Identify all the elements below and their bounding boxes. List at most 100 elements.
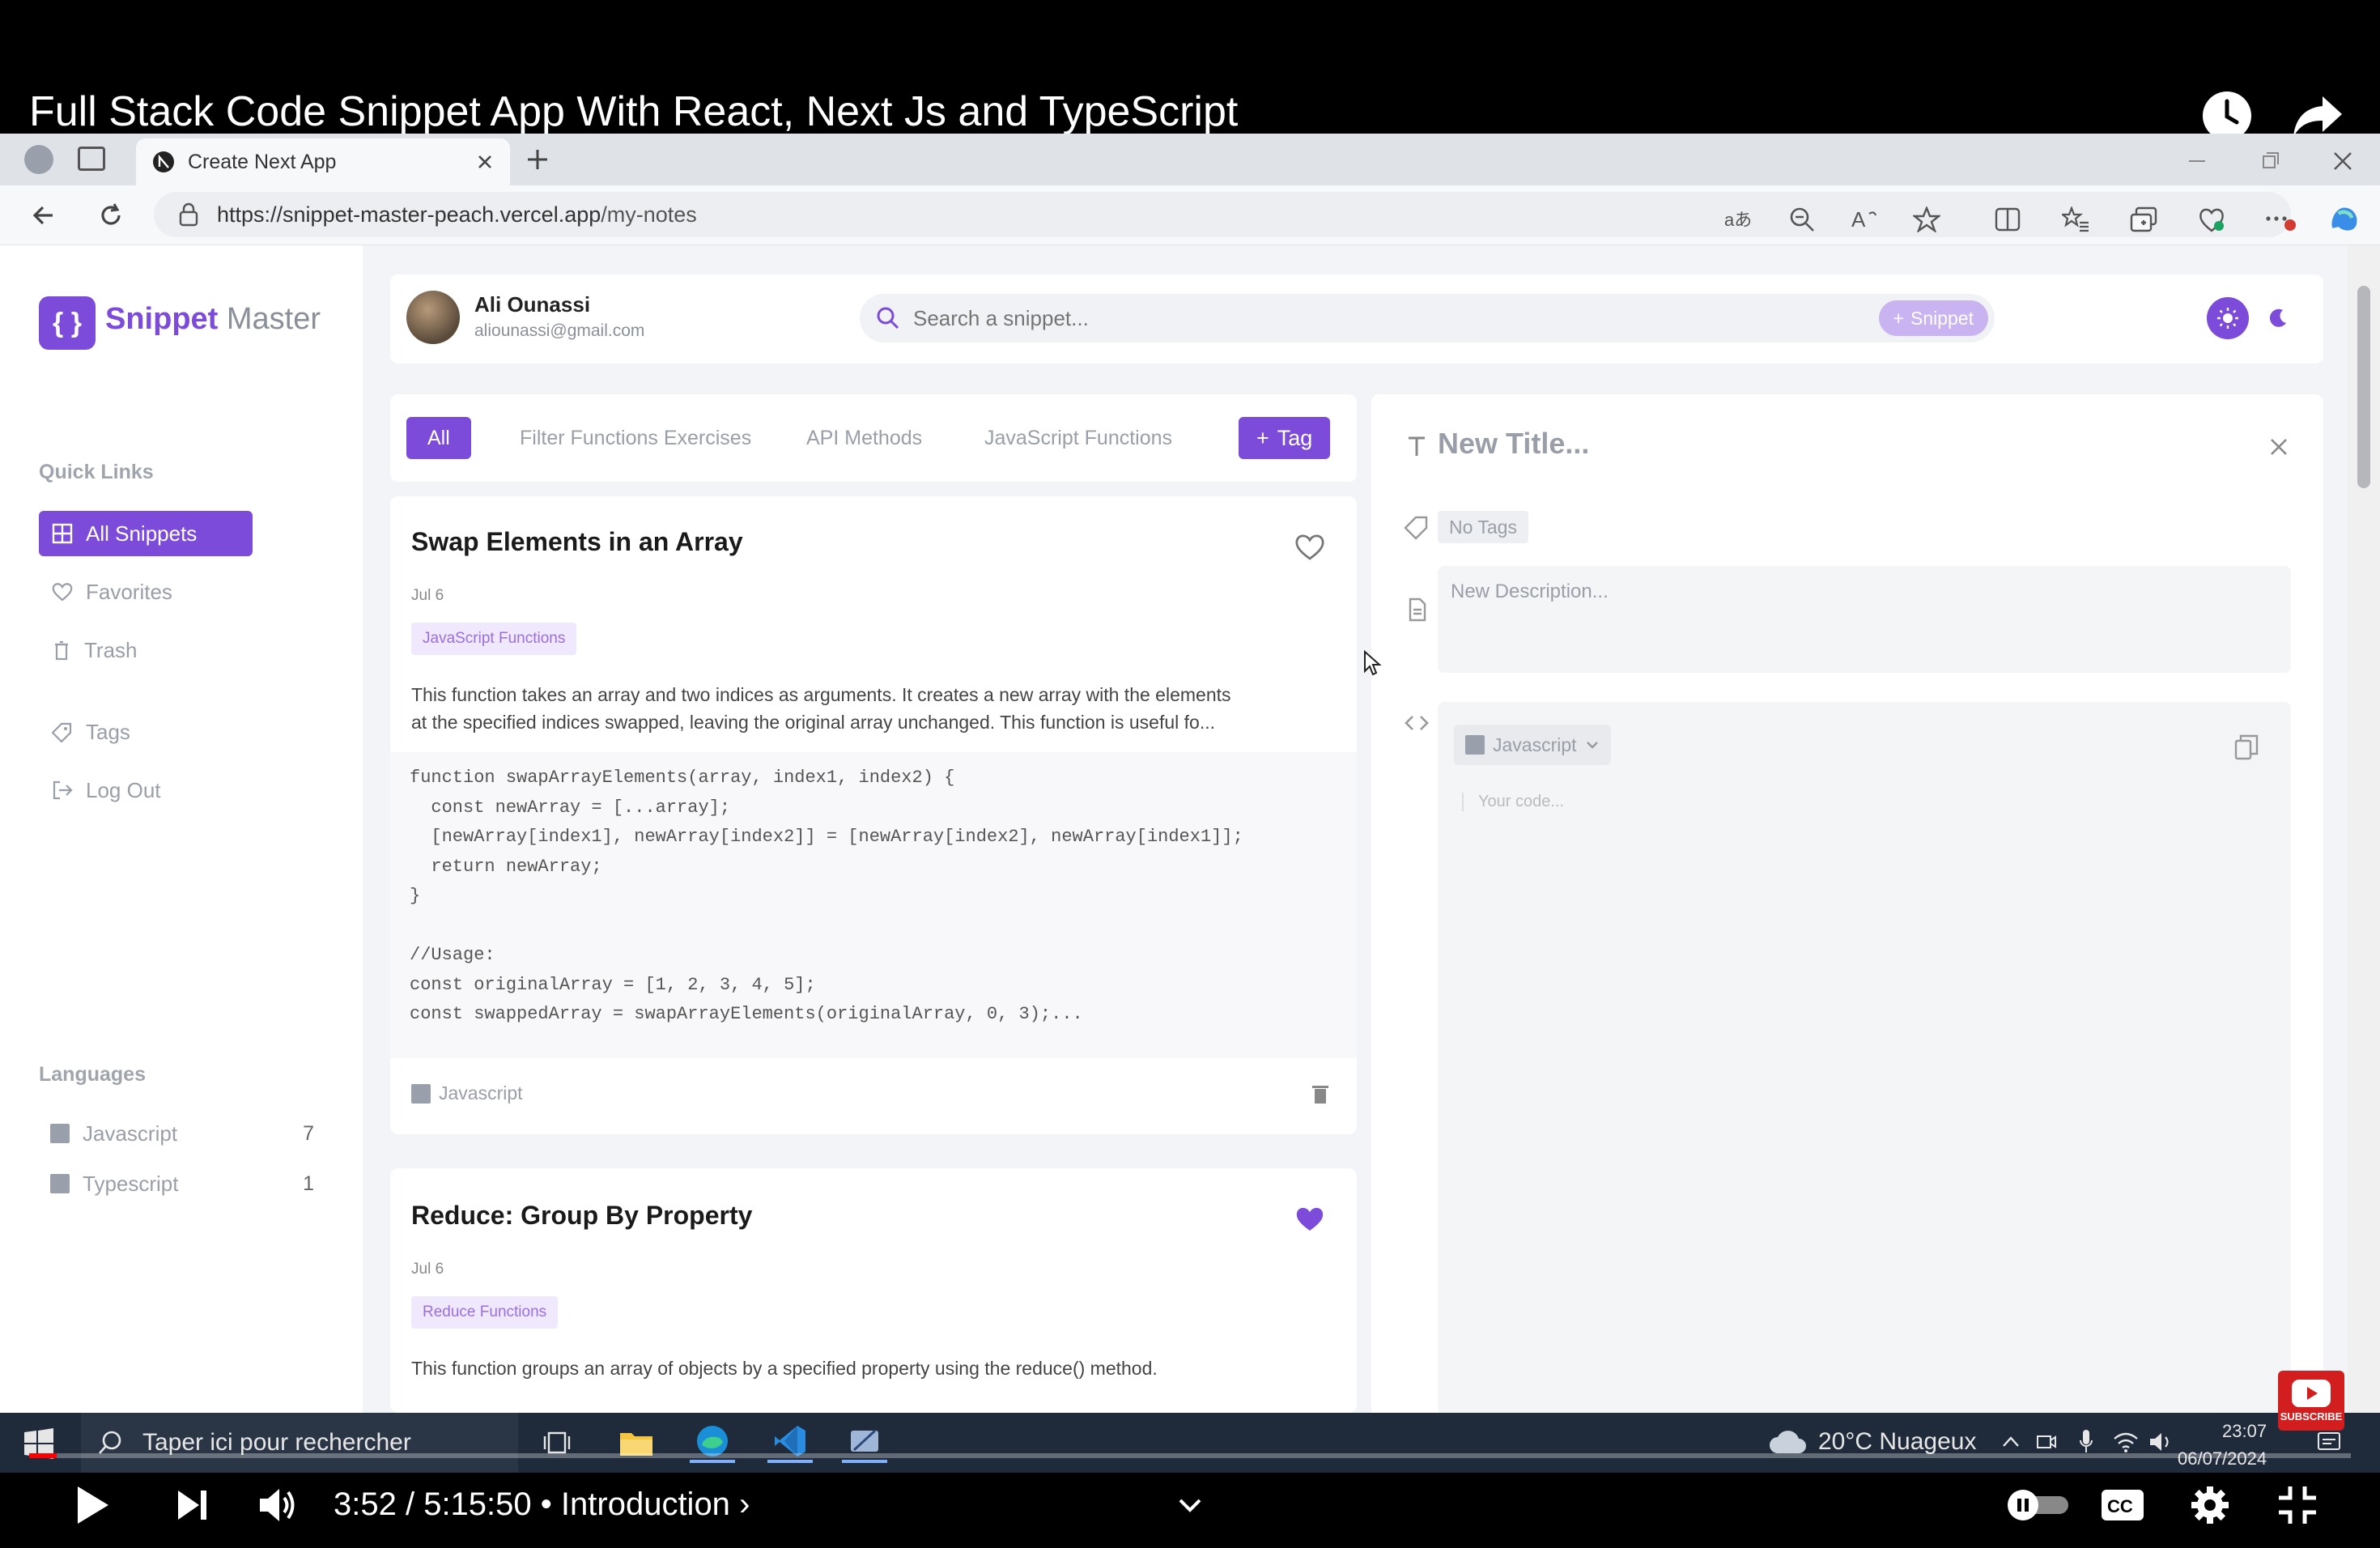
sidebar-language-typescript[interactable]: Typescript 1 <box>39 1163 314 1204</box>
sidebar-item-logout[interactable]: Log Out <box>39 768 174 813</box>
copilot-icon[interactable] <box>2328 203 2361 236</box>
play-icon <box>78 1486 108 1524</box>
tag-javascript-functions[interactable]: JavaScript Functions <box>973 417 1184 459</box>
taskbar-search[interactable]: Taper ici pour rechercher <box>81 1413 518 1473</box>
expand-description-button[interactable] <box>1164 1479 1216 1531</box>
add-tag-button[interactable]: + Tag <box>1239 417 1331 459</box>
sidebar-item-all-snippets[interactable]: All Snippets <box>39 511 253 556</box>
favorite-star-icon[interactable] <box>1910 203 1943 236</box>
no-tags-chip[interactable]: No Tags <box>1438 511 1528 543</box>
code-icon <box>1405 716 1429 730</box>
subscribe-watermark[interactable]: SUBSCRIBE <box>2278 1371 2344 1431</box>
description-textarea[interactable]: New Description... <box>1438 566 2291 673</box>
url-field[interactable]: https://snippet-master-peach.vercel.app/… <box>154 192 2291 237</box>
weather-widget[interactable]: 20°C Nuageux <box>1768 1427 1976 1457</box>
description-line: This function takes an array and two ind… <box>411 684 1231 705</box>
weather-text: 20°C Nuageux <box>1818 1428 1977 1455</box>
language-select[interactable]: Javascript <box>1454 725 1611 765</box>
close-window-icon[interactable] <box>2331 150 2354 172</box>
add-snippet-button[interactable]: + Snippet <box>1878 300 1988 336</box>
favorites-list-icon[interactable] <box>2059 203 2092 236</box>
code-editor[interactable]: Javascript Your code... <box>1438 702 2291 1413</box>
sidebar-item-favorites[interactable]: Favorites <box>39 569 185 615</box>
title-input[interactable]: New Title... <box>1438 427 1589 461</box>
sidebar-language-javascript[interactable]: Javascript 7 <box>39 1113 314 1154</box>
trash-icon <box>55 640 68 661</box>
address-bar-row: https://snippet-master-peach.vercel.app/… <box>0 185 2380 245</box>
cloud-icon <box>1770 1431 1806 1453</box>
collections-icon[interactable] <box>2127 203 2160 236</box>
more-options-icon[interactable] <box>2263 203 2296 236</box>
clock-date: 06/07/2024 <box>2178 1448 2267 1469</box>
app-logo[interactable]: Snippet Master <box>105 302 321 337</box>
profile-icon[interactable] <box>24 145 53 174</box>
settings-button[interactable] <box>2184 1479 2236 1531</box>
workspaces-icon[interactable] <box>78 147 105 171</box>
svg-text:A: A <box>1851 207 1866 232</box>
video-progress-bar[interactable] <box>29 1453 2351 1458</box>
light-mode-button[interactable] <box>2207 297 2249 339</box>
volume-button[interactable] <box>253 1479 304 1531</box>
search-icon <box>877 307 899 330</box>
close-tab-icon[interactable] <box>476 153 494 171</box>
sidebar-item-label: All Snippets <box>86 521 198 546</box>
volume-icon[interactable] <box>2148 1431 2174 1453</box>
play-button[interactable] <box>66 1479 118 1531</box>
tag-api-methods[interactable]: API Methods <box>795 417 933 459</box>
user-email: aliounassi@gmail.com <box>474 321 645 340</box>
browser-window: Create Next App https://snippet-master-p… <box>0 134 2380 1413</box>
exit-fullscreen-button[interactable] <box>2272 1479 2323 1531</box>
browser-essentials-icon[interactable] <box>2195 203 2228 236</box>
scrollbar-thumb[interactable] <box>2357 286 2370 488</box>
camera-icon <box>2037 1435 2056 1448</box>
notification-icon[interactable] <box>2317 1431 2341 1455</box>
captions-button[interactable]: CC <box>2097 1479 2148 1531</box>
chevron-right-icon[interactable]: › <box>739 1486 750 1522</box>
browser-tab[interactable]: Create Next App <box>136 138 510 185</box>
search-input[interactable] <box>913 305 1978 331</box>
sidebar-item-tags[interactable]: Tags <box>39 709 143 755</box>
chevron-up-icon[interactable] <box>2001 1434 2021 1450</box>
snippet-language-label: Javascript <box>439 1082 523 1104</box>
favorite-heart-icon[interactable] <box>1294 530 1326 563</box>
chapter-title[interactable]: Introduction <box>561 1486 730 1522</box>
zoom-out-icon[interactable] <box>1786 203 1818 236</box>
favorite-heart-icon[interactable] <box>1294 1202 1326 1235</box>
minimize-icon[interactable] <box>2186 150 2208 172</box>
next-button[interactable] <box>167 1479 219 1531</box>
language-count: 1 <box>303 1172 314 1195</box>
tag-all[interactable]: All <box>406 417 471 459</box>
read-aloud-icon[interactable]: A <box>1849 203 1881 236</box>
avatar[interactable] <box>406 291 460 344</box>
dark-mode-button[interactable] <box>2257 297 2299 339</box>
new-tab-icon[interactable] <box>525 147 550 172</box>
logout-icon <box>53 780 73 800</box>
snippet-language: Javascript <box>411 1082 523 1104</box>
close-icon[interactable] <box>2268 436 2289 457</box>
autoplay-toggle[interactable] <box>2003 1479 2077 1531</box>
sidebar: { } Snippet Master Quick Links All Snipp… <box>0 245 363 1413</box>
reload-icon[interactable] <box>92 197 130 234</box>
wifi-icon[interactable] <box>2113 1431 2139 1453</box>
taskbar-search-placeholder: Taper ici pour rechercher <box>142 1429 411 1456</box>
video-time: 3:52 / 5:15:50 • Introduction › <box>334 1486 750 1523</box>
taskbar-clock[interactable]: 23:07 06/07/2024 <box>2178 1418 2267 1473</box>
add-snippet-label: Snippet <box>1910 307 1974 329</box>
copy-icon[interactable] <box>2234 734 2259 760</box>
lock-icon[interactable] <box>178 202 199 227</box>
sidebar-item-trash[interactable]: Trash <box>39 627 151 673</box>
snippet-tag[interactable]: Reduce Functions <box>411 1296 559 1329</box>
snippet-card[interactable]: Swap Elements in an Array Jul 6 JavaScri… <box>390 496 1357 1134</box>
language-label: Javascript <box>83 1121 178 1146</box>
restore-icon[interactable] <box>2259 150 2281 172</box>
page-scrollbar[interactable] <box>2348 245 2380 1413</box>
code-input[interactable]: Your code... <box>1462 793 1564 811</box>
trash-icon[interactable] <box>1311 1084 1329 1105</box>
snippet-card[interactable]: Reduce: Group By Property Jul 6 Reduce F… <box>390 1168 1357 1413</box>
back-icon[interactable] <box>24 197 62 234</box>
javascript-icon <box>50 1124 70 1143</box>
tag-filter-functions-exercises[interactable]: Filter Functions Exercises <box>508 417 763 459</box>
translate-icon[interactable]: aあ <box>1723 203 1755 236</box>
snippet-tag[interactable]: JavaScript Functions <box>411 623 577 655</box>
split-screen-icon[interactable] <box>1991 203 2024 236</box>
